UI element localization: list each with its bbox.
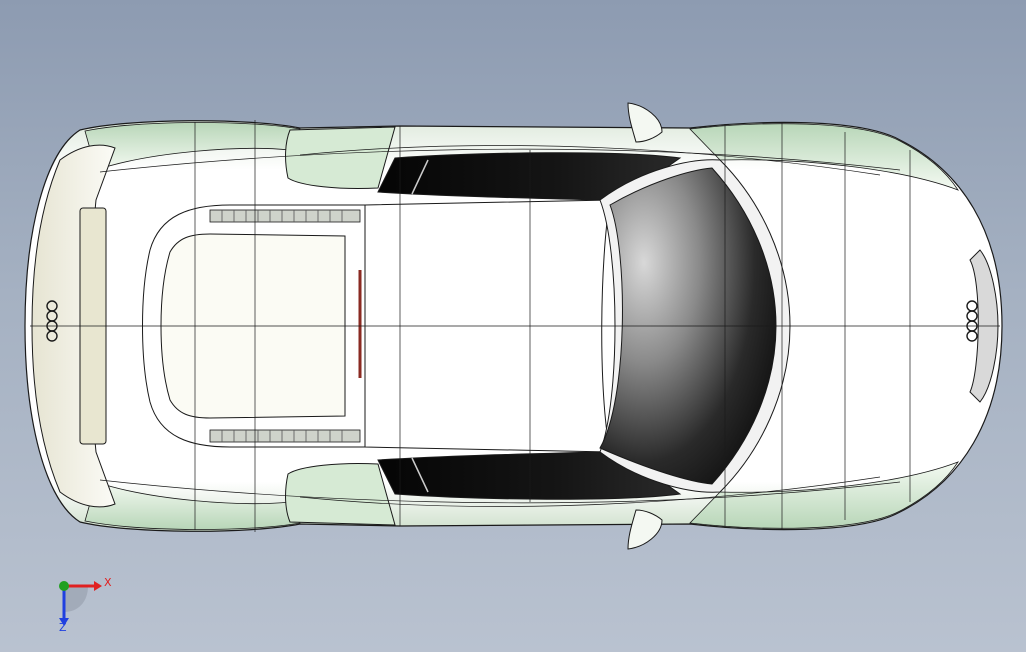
z-axis-label: Z [59, 621, 67, 634]
cad-viewport[interactable]: X Z [0, 0, 1026, 652]
right-side-intake [285, 463, 396, 526]
car-model[interactable] [0, 0, 1026, 652]
x-axis-label: X [104, 576, 112, 589]
engine-louvre-top [209, 209, 361, 223]
coordinate-triad: X Z [48, 572, 118, 636]
triad-shadow [64, 586, 88, 612]
left-side-intake [285, 126, 396, 189]
y-axis-dot [59, 581, 69, 591]
engine-louvre-bottom [209, 429, 361, 443]
